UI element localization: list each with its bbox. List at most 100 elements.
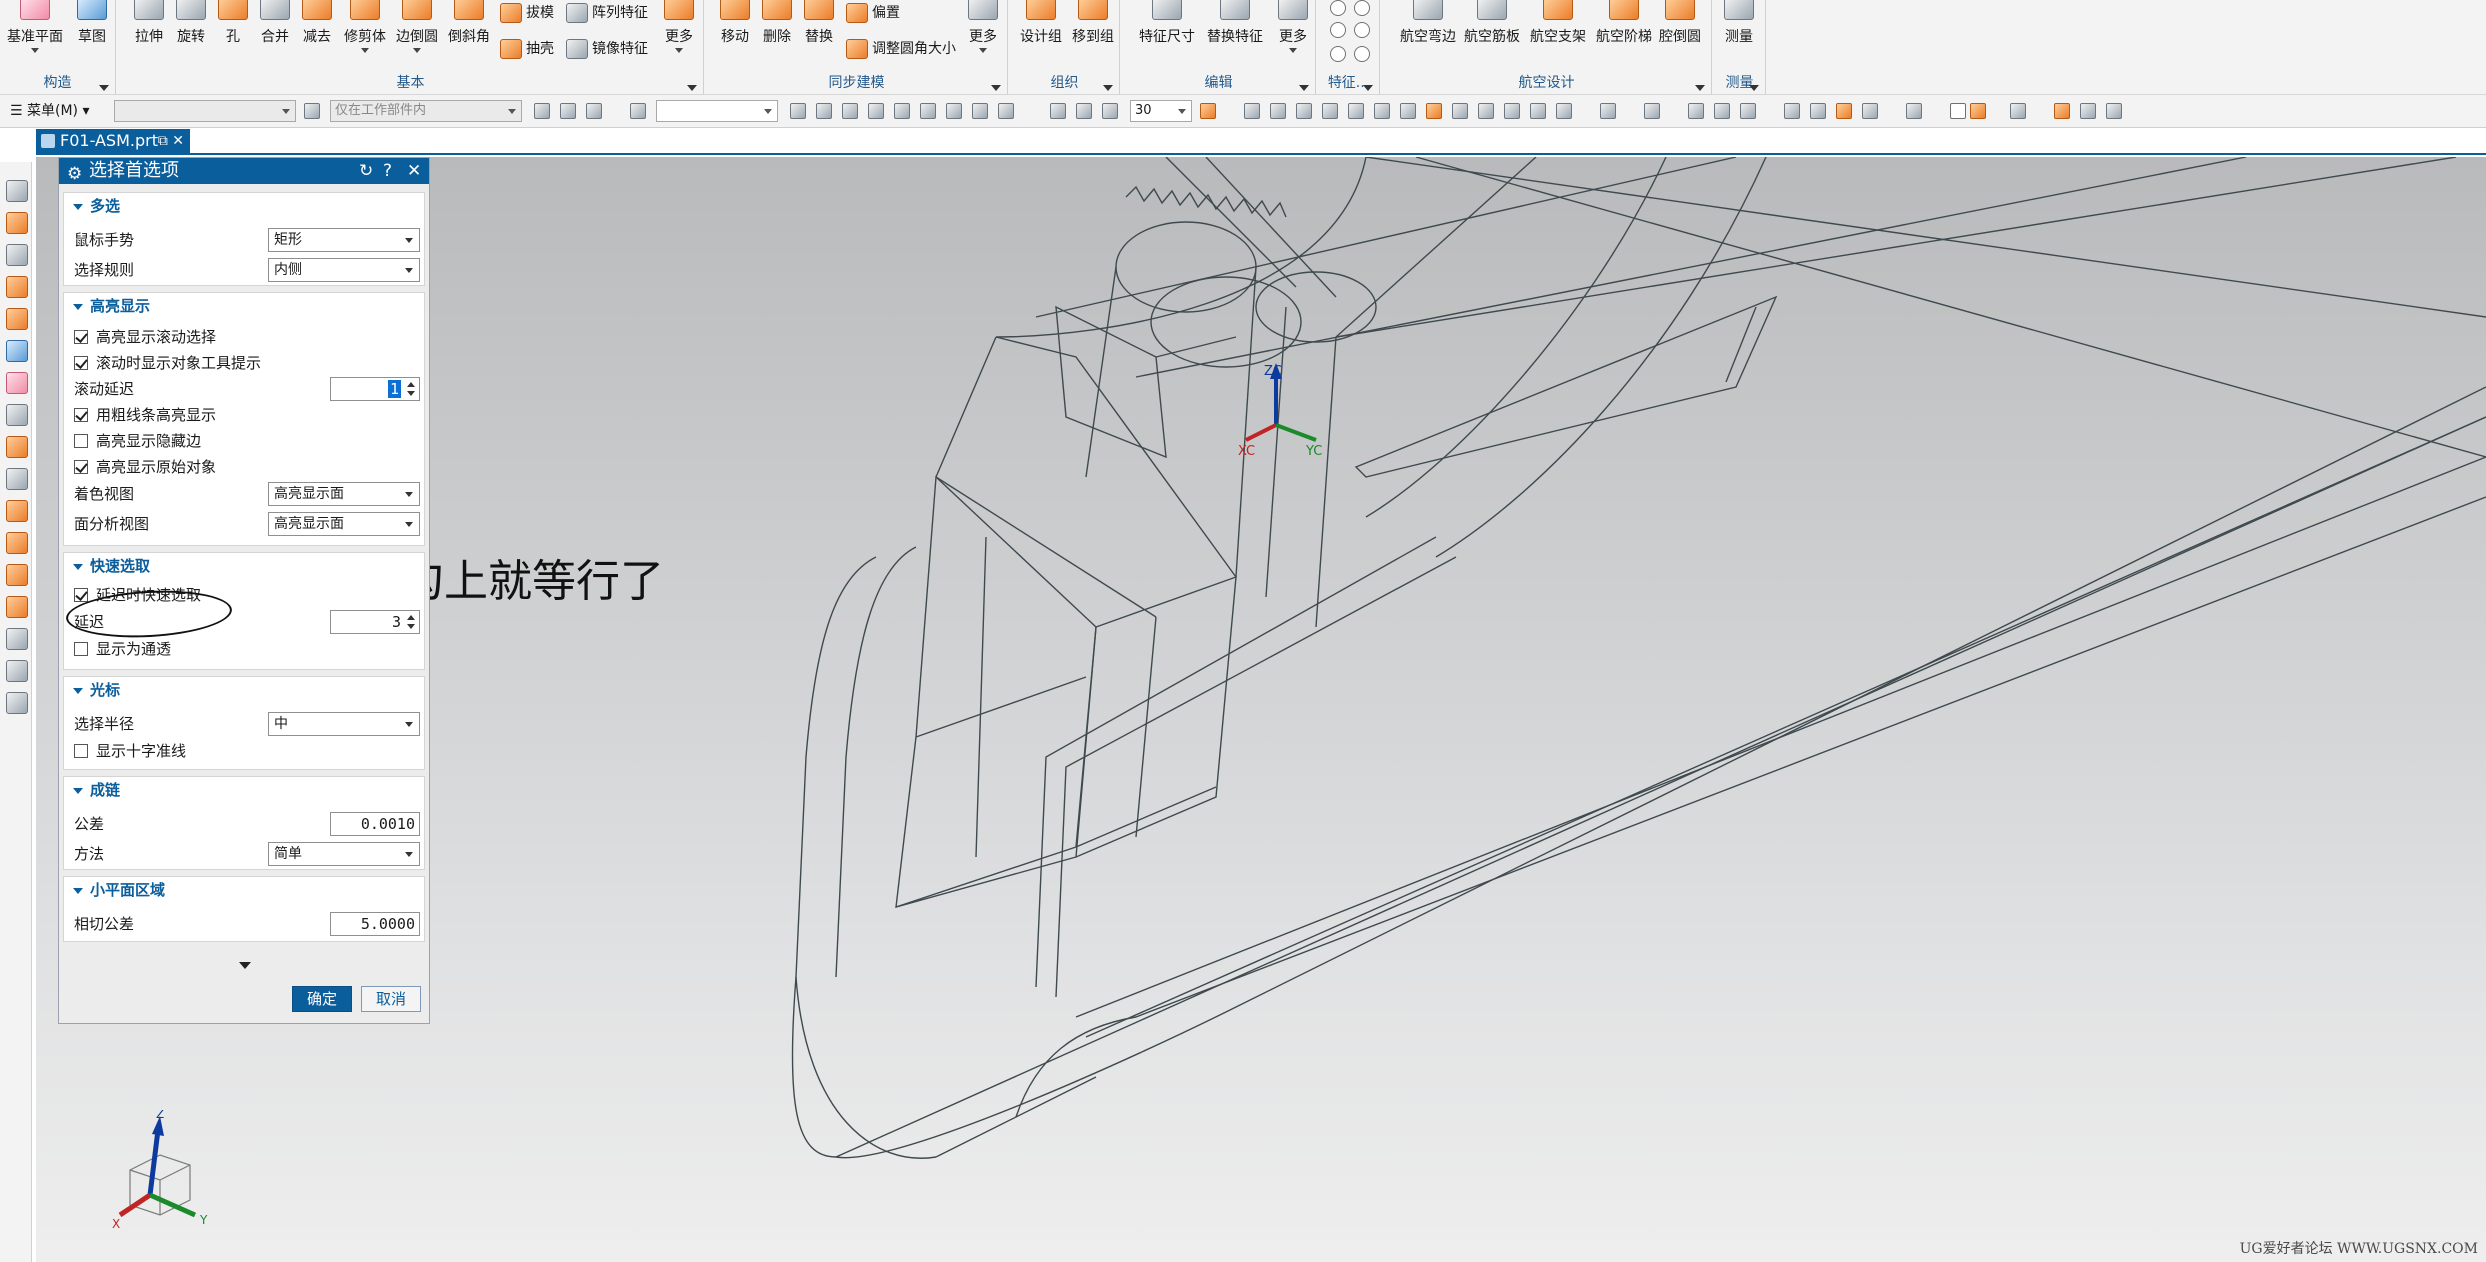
unite-button[interactable]: 合并 xyxy=(254,0,296,72)
more-sync-button[interactable]: 更多 xyxy=(962,0,1004,72)
rollover-delay-input[interactable]: 1 xyxy=(330,377,420,401)
checkbox-unchecked[interactable] xyxy=(74,744,88,758)
help-icon[interactable]: ? xyxy=(383,158,392,184)
feature-small-icon[interactable] xyxy=(1354,22,1370,38)
dialog-title-bar[interactable]: ⚙ 选择首选项 ↻ ? ✕ xyxy=(59,158,429,184)
select-rule-select[interactable]: 内侧 xyxy=(268,258,420,282)
shaded-icon[interactable] xyxy=(1644,103,1660,119)
feature-e-icon[interactable] xyxy=(6,628,28,650)
reuse-library-icon[interactable] xyxy=(6,308,28,330)
checkbox-checked[interactable] xyxy=(74,330,88,344)
feature-c-icon[interactable] xyxy=(6,564,28,586)
existing-point-icon[interactable] xyxy=(972,103,988,119)
group-expand-icon[interactable] xyxy=(1363,85,1373,91)
feature-d-icon[interactable] xyxy=(6,596,28,618)
intersection-icon[interactable] xyxy=(894,103,910,119)
face-analysis-view-select[interactable]: 高亮显示面 xyxy=(268,512,420,536)
highlight-original-checkbox[interactable]: 高亮显示原始对象 xyxy=(74,455,216,479)
edge-blend-button[interactable]: 边倒圆 xyxy=(392,0,442,72)
draft-button[interactable]: 拔模 xyxy=(500,0,554,26)
shell-button[interactable]: 抽壳 xyxy=(500,36,554,62)
section-header-cursor[interactable]: 光标 xyxy=(64,677,424,703)
filter-icon[interactable] xyxy=(304,103,320,119)
part-navigator-icon[interactable] xyxy=(6,212,28,234)
system-scene-icon[interactable] xyxy=(6,468,28,490)
resize-blend-button[interactable]: 调整圆角大小 xyxy=(846,36,956,62)
section-header-multi-select[interactable]: 多选 xyxy=(64,193,424,219)
thick-line-highlight-checkbox[interactable]: 用粗线条高亮显示 xyxy=(74,403,216,427)
copy-layer-icon[interactable] xyxy=(1270,103,1286,119)
feature-f-icon[interactable] xyxy=(6,660,28,682)
tangent-tolerance-input[interactable]: 5.0000 xyxy=(330,912,420,936)
select-all-icon[interactable] xyxy=(534,103,550,119)
group-expand-icon[interactable] xyxy=(1749,85,1759,91)
section-header-chaining[interactable]: 成链 xyxy=(64,777,424,803)
type-filter-combo[interactable] xyxy=(114,100,296,122)
aero-joggle-button[interactable]: 航空阶梯 xyxy=(1594,0,1654,72)
extrude-button[interactable]: 拉伸 xyxy=(128,0,170,72)
checkbox-checked[interactable] xyxy=(74,588,88,602)
center-point-icon[interactable] xyxy=(920,103,936,119)
aero-bracket-button[interactable]: 航空支架 xyxy=(1528,0,1588,72)
move-layer-icon[interactable] xyxy=(1296,103,1312,119)
replace-feature-button[interactable]: 替换特征 xyxy=(1204,0,1266,72)
feature-small-icon[interactable] xyxy=(1330,22,1346,38)
section-header-quick-pick[interactable]: 快速选取 xyxy=(64,553,424,579)
ruler-icon[interactable] xyxy=(6,180,28,202)
show-transparent-checkbox[interactable]: 显示为通透 xyxy=(74,637,171,661)
studio-icon[interactable] xyxy=(1784,103,1800,119)
roles-icon[interactable] xyxy=(6,404,28,426)
feature-small-icon[interactable] xyxy=(1354,0,1370,16)
gear-icon[interactable]: ⚙ xyxy=(67,161,82,187)
midpoint-snap-icon[interactable] xyxy=(842,103,858,119)
layer-icon[interactable] xyxy=(1244,103,1260,119)
cavity-blend-button[interactable]: 腔倒圆 xyxy=(1654,0,1706,72)
checkbox-unchecked[interactable] xyxy=(74,642,88,656)
partial-shading-icon[interactable] xyxy=(1836,103,1852,119)
snap-icon[interactable] xyxy=(586,103,602,119)
clip-section-icon[interactable] xyxy=(1950,103,1966,119)
fit-icon[interactable] xyxy=(1452,103,1468,119)
datum-plane-button[interactable]: 基准平面 xyxy=(6,0,64,72)
palette-icon[interactable] xyxy=(6,372,28,394)
revolve-button[interactable]: 旋转 xyxy=(170,0,212,72)
edit-section-icon[interactable] xyxy=(1906,103,1922,119)
orient-view-icon[interactable] xyxy=(1556,103,1572,119)
chain-method-select[interactable]: 简单 xyxy=(268,842,420,866)
hidden-line-icon[interactable] xyxy=(1740,103,1756,119)
design-group-button[interactable]: 设计组 xyxy=(1016,0,1066,72)
zoom-icon[interactable] xyxy=(1478,103,1494,119)
wcs-rotate-icon[interactable] xyxy=(1374,103,1390,119)
deselect-icon[interactable] xyxy=(560,103,576,119)
checkbox-checked[interactable] xyxy=(74,460,88,474)
move-face-button[interactable]: 移动 xyxy=(714,0,756,72)
wcs-dynamic-icon[interactable] xyxy=(1400,103,1416,119)
feature-a-icon[interactable] xyxy=(6,500,28,522)
sketch-button[interactable]: 草图 xyxy=(70,0,114,72)
assembly-navigator-icon[interactable] xyxy=(6,244,28,266)
quick-pick-on-delay-checkbox[interactable]: 延迟时快速选取 xyxy=(74,583,201,607)
measure-button[interactable]: 测量 xyxy=(1718,0,1760,72)
checkbox-unchecked[interactable] xyxy=(74,434,88,448)
group-expand-icon[interactable] xyxy=(99,85,109,91)
feature-small-icon[interactable] xyxy=(1330,0,1346,16)
feature-b-icon[interactable] xyxy=(6,532,28,554)
bounded-grid-icon[interactable] xyxy=(1076,103,1092,119)
delete-face-button[interactable]: 删除 xyxy=(756,0,798,72)
shaded-edges-icon[interactable] xyxy=(1688,103,1704,119)
offset-face-button[interactable]: 偏置 xyxy=(846,0,900,26)
ok-button[interactable]: 确定 xyxy=(292,986,352,1012)
mirror-feature-button[interactable]: 镜像特征 xyxy=(566,36,648,62)
wcs-orient-icon[interactable] xyxy=(1426,103,1442,119)
pattern-feature-button[interactable]: 阵列特征 xyxy=(566,0,648,26)
checkbox-checked[interactable] xyxy=(74,408,88,422)
snap-mode-icon[interactable] xyxy=(1102,103,1118,119)
dropdown-arrow-icon[interactable] xyxy=(675,48,683,53)
shaded-view-select[interactable]: 高亮显示面 xyxy=(268,482,420,506)
dropdown-arrow-icon[interactable] xyxy=(979,48,987,53)
subtract-button[interactable]: 减去 xyxy=(296,0,338,72)
tolerance-input[interactable]: 0.0010 xyxy=(330,812,420,836)
dropdown-arrow-icon[interactable] xyxy=(31,48,39,53)
view-icon[interactable] xyxy=(1200,103,1216,119)
visibility-icon[interactable] xyxy=(2054,103,2070,119)
